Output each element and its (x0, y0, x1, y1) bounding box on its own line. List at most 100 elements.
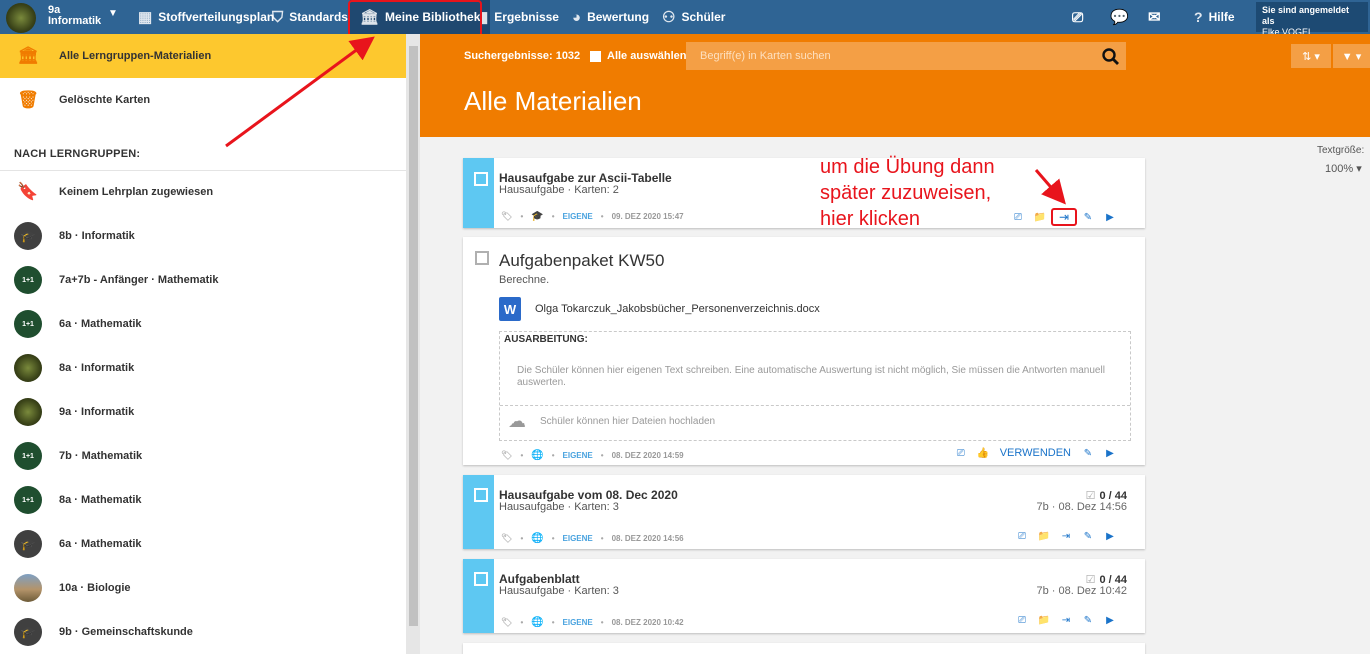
assign-icon[interactable]: ⇥ (1051, 208, 1077, 226)
tag-icon[interactable]: 🏷 (501, 533, 512, 544)
card-actions: ⎚ 📁 ⇥ ✎ ▶ (1011, 531, 1121, 542)
card-worksheet[interactable]: Aufgabenblatt Hausaufgabe · Karten: 3 ☑ 0… (463, 559, 1145, 633)
assign-icon[interactable]: ⇥ (1055, 615, 1077, 626)
edit-icon[interactable]: ✎ (1077, 448, 1099, 459)
sidebar-item-label: Keinem Lehrplan zugewiesen (59, 186, 214, 198)
text-size-select[interactable]: 100% ▾ (1325, 162, 1362, 175)
globe-icon: 🌐 (531, 450, 544, 461)
play-icon[interactable]: ▶ (1099, 212, 1121, 223)
nav-schueler[interactable]: ⚇ Schüler (662, 0, 725, 34)
sidebar-item-group[interactable]: 🎓 9b · Gemeinschaftskunde (0, 610, 406, 654)
caret-down-icon[interactable]: ▼ (108, 8, 118, 19)
avatar (14, 354, 42, 382)
upload-area[interactable]: ☁ Schüler können hier Dateien hochladen (508, 411, 715, 432)
sidebar-item-label: 8a · Mathematik (59, 494, 142, 506)
attachment[interactable]: W Olga Tokarczuk_Jakobsbücher_Personenve… (499, 297, 820, 321)
search-icon[interactable] (1102, 48, 1120, 66)
help-label: Hilfe (1208, 10, 1235, 24)
group-avatar[interactable] (6, 3, 36, 33)
group-avatar-icon: 1+1 (14, 442, 42, 470)
group-avatar-icon (14, 398, 42, 426)
card-checkbox[interactable] (474, 172, 488, 186)
mail-icon[interactable]: ✉ (1148, 0, 1161, 34)
card-stripe (463, 158, 494, 228)
folder-icon[interactable]: 📁 (1033, 531, 1055, 542)
sidebar-item-group[interactable]: 8a · Informatik (0, 346, 406, 390)
sidebar-item-group[interactable]: 1+1 7b · Mathematik (0, 434, 406, 478)
thumbs-up-icon[interactable]: 👍 (972, 448, 994, 459)
sort-button[interactable]: ⇅ ▾ (1291, 44, 1331, 68)
text-size-value: 100% (1325, 163, 1354, 175)
nav-standards[interactable]: ⛉ Standards (272, 0, 348, 34)
cast-icon[interactable]: ⎚ (950, 448, 972, 459)
card-date: 09. DEZ 2020 15:47 (611, 212, 684, 221)
card-task-package[interactable]: Aufgabenpaket KW50 Berechne. W Olga Toka… (463, 237, 1145, 465)
edit-icon[interactable]: ✎ (1077, 531, 1099, 542)
assign-icon[interactable]: ⇥ (1055, 531, 1077, 542)
card-title: Aufgabenblatt (499, 572, 580, 586)
card-homework-dec[interactable]: Hausaufgabe vom 08. Dec 2020 Hausaufgabe… (463, 475, 1145, 549)
filter-button[interactable]: ▼ ▾ (1333, 44, 1370, 68)
top-navigation-bar: 9a Informatik ▼ ▦ Stoffverteilungsplan ⛉… (0, 0, 1370, 37)
tag-icon[interactable]: 🏷 (501, 450, 512, 461)
card-subtitle: Hausaufgabe · Karten: 2 (499, 184, 619, 196)
card-date: 08. DEZ 2020 10:42 (611, 618, 684, 627)
trash-icon: 🗑 (17, 90, 39, 109)
calendar-icon: ▦ (138, 9, 153, 26)
nav-ergebnisse[interactable]: ▮ Ergebnisse (480, 0, 559, 34)
cast-icon[interactable]: ⎚ (1007, 212, 1029, 223)
sidebar-item-group[interactable]: 9a · Informatik (0, 390, 406, 434)
play-icon[interactable]: ▶ (1099, 615, 1121, 626)
sidebar-item-group[interactable]: 1+1 6a · Mathematik (0, 302, 406, 346)
card-next[interactable] (463, 643, 1145, 654)
nav-stoffverteilungsplan[interactable]: ▦ Stoffverteilungsplan (138, 0, 274, 34)
sidebar-item-group[interactable]: 1+1 7a+7b - Anfänger · Mathematik (0, 258, 406, 302)
play-icon[interactable]: ▶ (1099, 531, 1121, 542)
edit-icon[interactable]: ✎ (1077, 212, 1099, 223)
sidebar-item-all-materials[interactable]: 🏛 Alle Lerngruppen-Materialien (0, 34, 406, 78)
folder-icon[interactable]: 📁 (1033, 615, 1055, 626)
use-button[interactable]: VERWENDEN (1000, 447, 1071, 459)
help-button[interactable]: ? Hilfe (1194, 0, 1235, 34)
sidebar-item-group[interactable]: 10a · Biologie (0, 566, 406, 610)
cast-icon[interactable]: ⎚ (1072, 0, 1083, 34)
sidebar-item-label: 7b · Mathematik (59, 450, 143, 462)
owner-label: EIGENE (562, 534, 593, 543)
sidebar-item-group[interactable]: 1+1 8a · Mathematik (0, 478, 406, 522)
cast-icon[interactable]: ⎚ (1011, 531, 1033, 542)
group-avatar-icon: 1+1 (14, 266, 42, 294)
user-box[interactable]: Sie sind angemeldet als Elke VOGEL (1256, 2, 1368, 37)
group-selector[interactable]: 9a Informatik (48, 5, 101, 27)
filter-icon: ▼ ▾ (1341, 50, 1362, 63)
bookmark-icon: 🔖 (17, 182, 39, 201)
sidebar-scrollbar-thumb[interactable] (409, 46, 418, 626)
search-input[interactable]: Begriff(e) in Karten suchen (686, 42, 1126, 70)
card-checkbox[interactable] (474, 488, 488, 502)
sidebar-item-group[interactable]: 🎓 6a · Mathematik (0, 522, 406, 566)
card-checkbox[interactable] (474, 572, 488, 586)
group-avatar-icon: 🎓 (14, 618, 42, 646)
chat-icon[interactable]: 💬 (1110, 0, 1129, 34)
sidebar-item-label: 9a · Informatik (59, 406, 135, 418)
tag-icon[interactable]: 🏷 (501, 211, 512, 222)
card-homework-ascii[interactable]: Hausaufgabe zur Ascii-Tabelle Hausaufgab… (463, 158, 1145, 228)
edit-icon[interactable]: ✎ (1077, 615, 1099, 626)
sidebar-item-label: 8b · Informatik (59, 230, 135, 242)
owner-label: EIGENE (562, 618, 593, 627)
sidebar-item-group[interactable]: 🎓 8b · Informatik (0, 214, 406, 258)
nav-bewertung[interactable]: ◕ Bewertung (572, 0, 649, 34)
card-date: 08. DEZ 2020 14:59 (611, 451, 684, 460)
sidebar-item-deleted-cards[interactable]: 🗑 Gelöschte Karten (0, 78, 406, 122)
cast-icon[interactable]: ⎚ (1011, 615, 1033, 626)
card-checkbox[interactable] (475, 251, 489, 265)
folder-icon[interactable]: 📁 (1029, 212, 1051, 223)
sidebar-item-label: 6a · Mathematik (59, 538, 142, 550)
card-date: 08. DEZ 2020 14:56 (611, 534, 684, 543)
tag-icon[interactable]: 🏷 (501, 617, 512, 628)
nav-label: Schüler (681, 10, 726, 24)
avatar: 1+1 (14, 266, 42, 294)
play-icon[interactable]: ▶ (1099, 448, 1121, 459)
sidebar-item-unassigned[interactable]: 🔖 Keinem Lehrplan zugewiesen (0, 170, 406, 214)
select-all-checkbox[interactable]: Alle auswählen (590, 50, 686, 62)
sidebar-item-label: 7a+7b - Anfänger · Mathematik (59, 274, 219, 286)
